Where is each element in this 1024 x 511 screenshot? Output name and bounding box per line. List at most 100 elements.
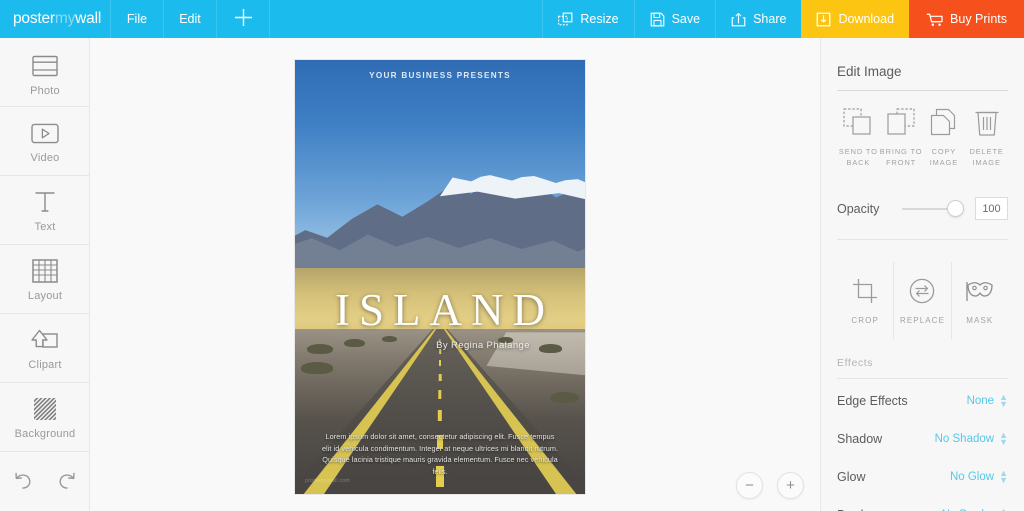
history-controls bbox=[0, 452, 89, 496]
top-toolbar: poster my wall File Edit Resize Save Share bbox=[0, 0, 1024, 38]
mask-button[interactable]: MASK bbox=[950, 261, 1008, 339]
bring-to-front-icon bbox=[886, 107, 916, 137]
replace-icon bbox=[909, 278, 935, 304]
poster-canvas[interactable]: YOUR BUSINESS PRESENTS ISLAND By Regina … bbox=[295, 60, 585, 494]
panel-divider bbox=[837, 377, 1008, 379]
poster-author[interactable]: By Regina Phalange bbox=[295, 340, 585, 351]
save-button[interactable]: Save bbox=[633, 0, 716, 38]
poster-shrub bbox=[550, 391, 580, 404]
poster-road-dash bbox=[438, 373, 442, 381]
video-icon bbox=[30, 120, 60, 146]
poster-title[interactable]: ISLAND bbox=[295, 287, 585, 333]
poster-road-dash bbox=[439, 360, 441, 367]
sidebar-label-text: Text bbox=[34, 221, 56, 233]
effect-value: No Shadow bbox=[934, 432, 995, 445]
copy-image-button[interactable]: COPY IMAGE bbox=[923, 107, 966, 169]
zoom-controls: − + bbox=[736, 472, 804, 499]
effect-name: Glow bbox=[837, 469, 866, 484]
effect-name: Shadow bbox=[837, 431, 883, 446]
clipart-icon bbox=[30, 327, 60, 353]
sidebar-item-text[interactable]: Text bbox=[0, 176, 90, 245]
stepper-icon: ▲▼ bbox=[999, 467, 1008, 485]
resize-icon bbox=[558, 12, 573, 25]
send-to-back-icon bbox=[843, 107, 873, 137]
slider-knob[interactable] bbox=[947, 200, 964, 218]
replace-button[interactable]: REPLACE bbox=[893, 261, 950, 339]
sidebar-item-layout[interactable]: Layout bbox=[0, 245, 90, 314]
sidebar-label-background: Background bbox=[14, 428, 76, 440]
poster-road-dash bbox=[438, 390, 442, 399]
effect-value-dropdown[interactable]: No Glow ▲ ▼ bbox=[949, 467, 1008, 485]
panel-divider bbox=[837, 238, 1008, 240]
opacity-label: Opacity bbox=[837, 201, 880, 216]
canvas-workspace[interactable]: YOUR BUSINESS PRESENTS ISLAND By Regina … bbox=[90, 38, 820, 511]
arrange-actions: SEND TO BACK BRING TO FRONT COPY IMAGE D… bbox=[837, 91, 1008, 169]
sidebar-item-background[interactable]: Background bbox=[0, 383, 90, 452]
replace-label: REPLACE bbox=[899, 315, 946, 325]
image-tools: CROP REPLACE MASK bbox=[837, 261, 1008, 339]
resize-button[interactable]: Resize bbox=[542, 0, 633, 38]
logo-part-wall: wall bbox=[75, 10, 102, 27]
sidebar-item-photo[interactable]: Photo bbox=[0, 38, 90, 107]
layout-grid-icon bbox=[30, 258, 60, 284]
zoom-in-button[interactable]: + bbox=[777, 472, 804, 499]
share-icon bbox=[731, 12, 746, 26]
delete-image-button[interactable]: DELETE IMAGE bbox=[965, 107, 1008, 169]
poster-body-text[interactable]: Lorem ipsum dolor sit amet, consectetur … bbox=[321, 431, 559, 477]
sidebar-label-clipart: Clipart bbox=[28, 359, 62, 371]
sidebar-item-video[interactable]: Video bbox=[0, 107, 90, 176]
menu-edit[interactable]: Edit bbox=[163, 0, 216, 38]
send-to-back-label: SEND TO BACK bbox=[838, 147, 878, 168]
effect-value: No Glow bbox=[949, 470, 995, 483]
sidebar-item-clipart[interactable]: Clipart bbox=[0, 314, 90, 383]
bring-to-front-label: BRING TO FRONT bbox=[879, 147, 923, 168]
photo-icon bbox=[30, 53, 60, 79]
poster-shrub bbox=[300, 362, 333, 374]
effect-row-edge-effects[interactable]: Edge Effects None ▲ ▼ bbox=[837, 385, 1008, 417]
save-icon bbox=[650, 12, 664, 26]
sidebar-label-layout: Layout bbox=[27, 290, 63, 302]
stepper-icon: ▲▼ bbox=[999, 505, 1008, 511]
left-sidebar: Photo Video Text Layout Clipart Backgrou… bbox=[0, 38, 90, 511]
redo-icon[interactable] bbox=[56, 470, 77, 496]
mask-label: MASK bbox=[966, 315, 994, 325]
share-button[interactable]: Share bbox=[715, 0, 801, 38]
zoom-out-button[interactable]: − bbox=[736, 472, 763, 499]
opacity-value-input[interactable]: 100 bbox=[975, 197, 1008, 221]
effects-section-title: Effects bbox=[837, 356, 874, 369]
effect-value-dropdown[interactable]: No Shadow ▲ ▼ bbox=[934, 429, 1008, 447]
logo-part-my: my bbox=[54, 10, 76, 27]
crop-icon bbox=[852, 278, 878, 304]
buy-prints-button[interactable]: Buy Prints bbox=[909, 0, 1024, 38]
menu-file[interactable]: File bbox=[110, 0, 163, 38]
stepper-icon: ▲▼ bbox=[999, 429, 1008, 447]
poster-watermark: postermywall.com bbox=[305, 477, 350, 484]
crop-label: CROP bbox=[851, 315, 879, 325]
logo-part-poster: poster bbox=[13, 10, 55, 27]
effect-value-dropdown[interactable]: None ▲ ▼ bbox=[967, 391, 1008, 409]
text-icon bbox=[30, 189, 60, 215]
cart-icon bbox=[926, 13, 943, 26]
opacity-slider[interactable] bbox=[902, 197, 964, 221]
effect-name: Edge Effects bbox=[837, 393, 908, 408]
trash-icon bbox=[974, 107, 1000, 137]
sidebar-label-video: Video bbox=[30, 152, 60, 164]
send-to-back-button[interactable]: SEND TO BACK bbox=[837, 107, 880, 169]
effect-value-dropdown[interactable]: No Border ▲▼ bbox=[942, 505, 1008, 511]
app-logo[interactable]: poster my wall bbox=[0, 0, 110, 38]
background-icon bbox=[30, 396, 60, 422]
poster-presents-text[interactable]: YOUR BUSINESS PRESENTS bbox=[295, 71, 585, 80]
effect-row-glow[interactable]: Glow No Glow ▲ ▼ bbox=[837, 461, 1008, 493]
bring-to-front-button[interactable]: BRING TO FRONT bbox=[880, 107, 923, 169]
copy-icon bbox=[930, 107, 958, 137]
copy-image-label: COPY IMAGE bbox=[929, 147, 959, 168]
undo-icon[interactable] bbox=[13, 470, 34, 496]
effect-row-shadow[interactable]: Shadow No Shadow ▲ ▼ bbox=[837, 423, 1008, 455]
download-button[interactable]: Download bbox=[801, 0, 910, 38]
effect-row-border[interactable]: Border No Border ▲▼ bbox=[837, 499, 1008, 511]
crop-button[interactable]: CROP bbox=[837, 262, 893, 339]
resize-label: Resize bbox=[580, 12, 619, 26]
sidebar-label-photo: Photo bbox=[30, 85, 60, 97]
add-element-button[interactable] bbox=[216, 0, 269, 38]
stepper-icon: ▲▼ bbox=[999, 391, 1008, 409]
